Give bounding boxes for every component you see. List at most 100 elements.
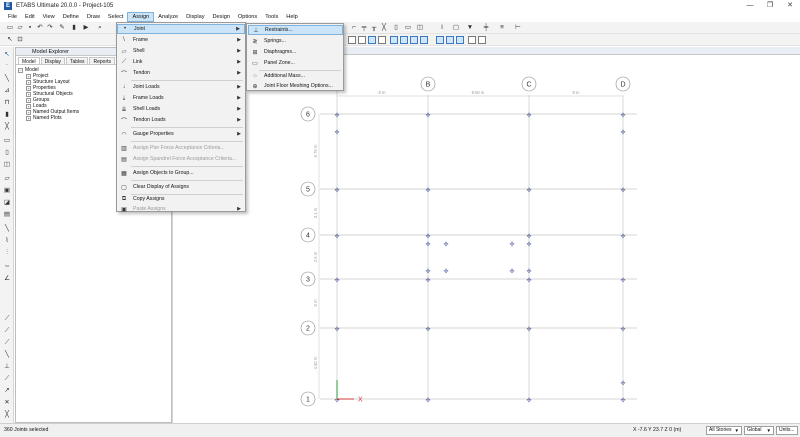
draw-wall-stack-icon[interactable]: ⟋ [3,315,11,323]
joint[interactable]: ✢ [620,187,625,194]
joint[interactable]: ✢ [443,268,448,275]
draw-dimension-icon[interactable]: ∼ [3,263,11,271]
joint[interactable]: ✢ [526,268,531,275]
assign-menu-joint[interactable]: • Joint ▶ [117,24,245,34]
assign-menu-spandrel-criteria[interactable]: ▤ Assign Spandrel Force Acceptance Criter… [117,154,245,164]
draw-ramp-icon[interactable]: ◪ [3,199,11,207]
draw-section-cut-icon[interactable]: ⫶ [3,249,11,257]
opening-draw-icon[interactable]: ◫ [416,24,424,32]
maximize-button[interactable]: ❐ [760,0,780,12]
snap-line-icon[interactable] [420,36,428,44]
open-icon[interactable]: ▱ [16,24,24,32]
assign-menu-gauge-properties[interactable]: ◠ Gauge Properties ▶ [117,129,245,139]
pointer-icon[interactable]: ↖ [3,51,11,59]
joint[interactable]: ✢ [620,397,625,404]
quick-frame-icon[interactable]: ⊿ [3,87,11,95]
draw-load-icon[interactable]: ↗ [3,387,11,395]
expand-toggle-icon[interactable]: + [26,79,31,85]
joint[interactable]: ✢ [425,397,430,404]
menu-options[interactable]: Options [234,12,261,22]
joint[interactable]: ✢ [425,241,430,248]
assign-menu-tendon-loads[interactable]: ⌒ Tendon Loads ▶ [117,115,245,125]
lock-icon[interactable]: ▮ [70,24,78,32]
joint[interactable]: ✢ [425,233,430,240]
beam-section-icon[interactable]: ╪ [482,24,490,32]
draw-link-icon[interactable]: ╲ [3,225,11,233]
expand-toggle-icon[interactable]: + [26,109,31,115]
draw-opening-icon[interactable]: ◫ [3,161,11,169]
assign-menu-copy-assigns[interactable]: ⧉ Copy Assigns [117,194,245,204]
zoom-icon[interactable]: ⌕ [96,24,104,32]
joint[interactable]: ✢ [526,241,531,248]
joint[interactable]: ✢ [425,112,430,119]
undo-icon[interactable]: ↶ [36,24,44,32]
assign-menu-frame[interactable]: \ Frame ▶ [117,35,245,45]
joint[interactable]: ✢ [509,241,514,248]
frame-draw-icon[interactable]: ⌐ [350,24,358,32]
tab-model[interactable]: Model [18,57,40,65]
joint[interactable]: ✢ [526,277,531,284]
draw-tendon-icon[interactable]: ⌇ [3,237,11,245]
assign-menu-shell[interactable]: ▱ Shell ▶ [117,46,245,56]
menu-define[interactable]: Define [59,12,83,22]
slab-draw-icon[interactable]: ▭ [404,24,412,32]
joint[interactable]: ✢ [334,112,339,119]
assign-menu-frame-loads[interactable]: ⇣ Frame Loads ▶ [117,93,245,103]
story-dropdown[interactable]: All Stories ▼ [706,426,742,435]
snap-end-icon[interactable] [468,36,476,44]
close-button[interactable]: ✕ [780,0,800,12]
tab-display[interactable]: Display [40,57,66,65]
menu-tools[interactable]: Tools [261,12,282,22]
draw-wall-icon[interactable]: ▯ [3,149,11,157]
draw-stairs-icon[interactable]: ⟋ [3,375,11,383]
joint-menu-diaphragms[interactable]: ⊞ Diaphragms... [248,47,343,57]
assign-menu-clear-display[interactable]: ▢ Clear Display of Assigns [117,182,245,192]
joint[interactable]: ✢ [334,129,339,136]
joint[interactable]: ✢ [334,233,339,240]
draw-pier-icon[interactable]: ╲ [3,351,11,359]
joint-menu-additional-mass[interactable]: ⁘ Additional Mass... [248,71,343,81]
select-poly-icon[interactable] [358,36,366,44]
snap-perp-icon[interactable] [436,36,444,44]
tab-reports[interactable]: Reports [89,57,115,65]
expand-toggle-icon[interactable]: + [26,91,31,97]
joint[interactable]: ✢ [620,233,625,240]
expand-toggle-icon[interactable]: + [26,85,31,91]
joint[interactable]: ✢ [334,277,339,284]
expand-toggle-icon[interactable]: + [26,73,31,79]
pencil-icon[interactable]: ✎ [58,24,66,32]
joint[interactable]: ✢ [620,129,625,136]
menu-analyze[interactable]: Analyze [154,12,182,22]
joint[interactable]: ✢ [334,187,339,194]
filter-icon[interactable]: ▼ [466,24,474,32]
joint[interactable]: ✢ [443,241,448,248]
joint[interactable]: ✢ [425,326,430,333]
joint[interactable]: ✢ [334,326,339,333]
joint[interactable]: ✢ [620,112,625,119]
brace-draw-icon[interactable]: ╳ [380,24,388,32]
draw-brace-icon[interactable]: ╳ [3,123,11,131]
run-icon[interactable]: ▶ [82,24,90,32]
snap-point-icon[interactable] [410,36,418,44]
joint[interactable]: ✢ [425,277,430,284]
draw-column-icon[interactable]: ▮ [3,111,11,119]
draw-developed-icon[interactable]: ⟋ [3,327,11,335]
joint[interactable]: ✢ [620,326,625,333]
new-model-icon[interactable]: ▭ [6,24,14,32]
tab-tables[interactable]: Tables [66,57,89,65]
joint-menu-floor-meshing[interactable]: ⊕ Joint Floor Meshing Options... [248,81,343,91]
draw-area-icon[interactable]: ▱ [3,175,11,183]
draw-diaphragm-icon[interactable]: ╳ [3,411,11,419]
draw-slab-icon[interactable]: ▤ [3,211,11,219]
expand-toggle-icon[interactable]: + [26,97,31,103]
draw-frame-icon[interactable]: ╲ [3,75,11,83]
joint[interactable]: ✢ [509,268,514,275]
menu-draw[interactable]: Draw [83,12,104,22]
ssb-icon[interactable]: ≡ [498,24,506,32]
joint-menu-springs[interactable]: ≷ Springs... [248,36,343,46]
pointer-tool-icon[interactable]: ↖ [6,36,14,44]
draw-restraint-icon[interactable]: ✕ [3,399,11,407]
minimize-button[interactable]: — [740,0,760,12]
joint[interactable]: ✢ [526,187,531,194]
assign-menu-objects-to-group[interactable]: ▦ Assign Objects to Group... [117,168,245,178]
